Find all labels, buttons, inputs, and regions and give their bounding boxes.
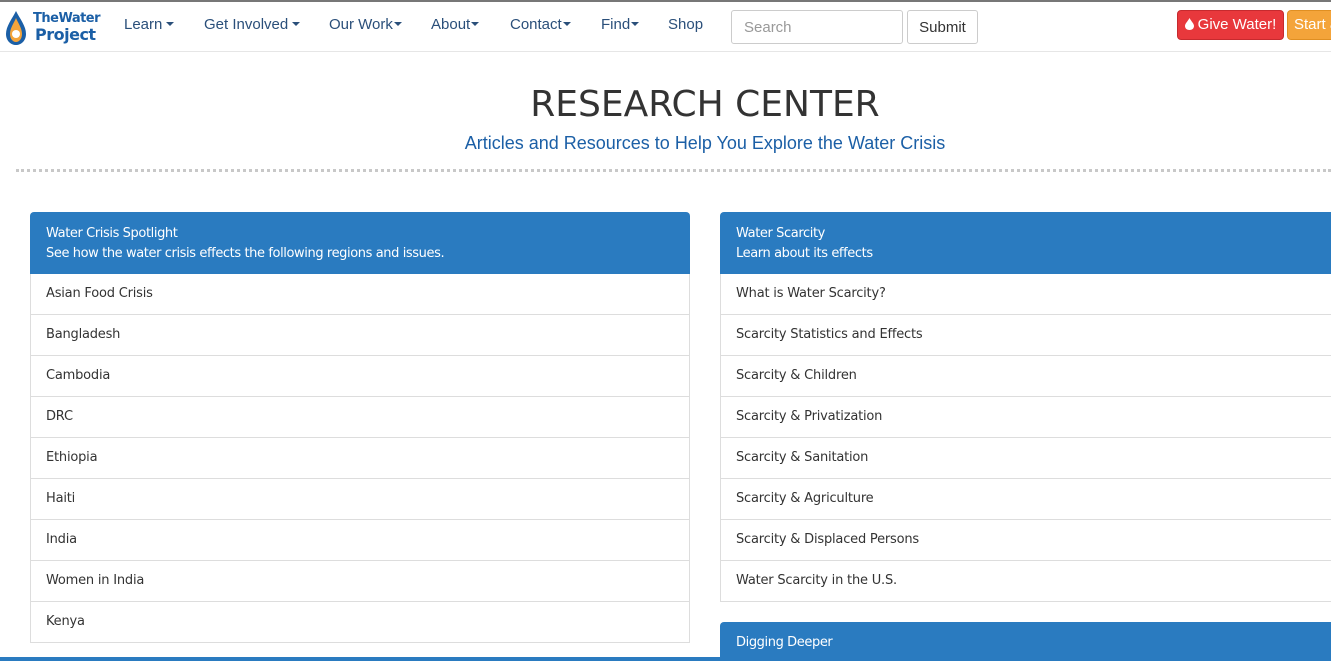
section-divider <box>16 169 1331 172</box>
list-item[interactable]: Kenya <box>31 602 689 643</box>
list-item[interactable]: Water Scarcity in the U.S. <box>721 561 1331 602</box>
list-item[interactable]: Scarcity & Sanitation <box>721 438 1331 479</box>
water-drop-logo-icon <box>6 11 26 45</box>
list-item[interactable]: Scarcity Statistics and Effects <box>721 315 1331 356</box>
caret-down-icon <box>631 22 640 27</box>
panel-header: Digging Deeper <box>720 622 1331 661</box>
logo-line-2: Project <box>35 25 96 44</box>
caret-down-icon <box>292 22 301 27</box>
panel-title: Water Scarcity <box>736 226 825 241</box>
nav-find[interactable]: Find <box>601 16 640 33</box>
panel-subtitle: See how the water crisis effects the fol… <box>46 246 445 261</box>
water-scarcity-panel: Water Scarcity Learn about its effects W… <box>720 212 1331 602</box>
logo-wordmark: TheWater Project <box>33 11 101 44</box>
water-crisis-spotlight-panel: Water Crisis Spotlight See how the water… <box>30 212 690 661</box>
panel-subtitle: Learn about its effects <box>736 246 873 261</box>
give-water-button[interactable]: Give Water! <box>1177 10 1284 40</box>
caret-down-icon <box>166 22 175 27</box>
start-campaign-button[interactable]: Start a <box>1287 10 1331 40</box>
list-item[interactable]: DRC <box>31 397 689 438</box>
water-drop-icon <box>1184 18 1194 30</box>
list-item[interactable]: Ethiopia <box>31 438 689 479</box>
page-title: RESEARCH CENTER <box>530 84 880 125</box>
nav-learn[interactable]: Learn <box>124 16 175 33</box>
panel-header: Water Scarcity Learn about its effects <box>720 212 1331 274</box>
nav-about[interactable]: About <box>431 16 480 33</box>
water-project-logo[interactable]: TheWater Project <box>5 8 101 48</box>
list-item[interactable]: Scarcity & Privatization <box>721 397 1331 438</box>
search-submit-button[interactable]: Submit <box>907 10 978 44</box>
search-input[interactable] <box>731 10 903 44</box>
list-item[interactable]: Scarcity & Children <box>721 356 1331 397</box>
spotlight-list: Asian Food Crisis Bangladesh Cambodia DR… <box>30 274 690 643</box>
caret-down-icon <box>393 22 402 27</box>
nav-our-work[interactable]: Our Work <box>329 16 402 33</box>
give-water-label: Give Water! <box>1197 16 1277 33</box>
nav-get-involved[interactable]: Get Involved <box>204 16 301 33</box>
top-navbar: TheWater Project Learn Get Involved Our … <box>0 2 1331 52</box>
nav-get-involved-label: Get Involved <box>204 16 289 33</box>
nav-shop-label: Shop <box>668 16 704 33</box>
nav-learn-label: Learn <box>124 16 163 33</box>
panel-title: Water Crisis Spotlight <box>46 226 178 241</box>
list-item[interactable]: Women in India <box>31 561 689 602</box>
list-item[interactable]: Haiti <box>31 479 689 520</box>
start-campaign-label: Start a <box>1294 16 1331 33</box>
list-item[interactable]: Scarcity & Displaced Persons <box>721 520 1331 561</box>
caret-down-icon <box>562 22 571 27</box>
list-item[interactable]: Bangladesh <box>31 315 689 356</box>
nav-contact[interactable]: Contact <box>510 16 571 33</box>
panel-header: Water Crisis Spotlight See how the water… <box>30 212 690 274</box>
nav-shop[interactable]: Shop <box>668 16 703 33</box>
panel-title: Digging Deeper <box>736 635 833 650</box>
list-item[interactable]: Scarcity & Agriculture <box>721 479 1331 520</box>
bottom-accent-bar <box>0 657 1331 661</box>
page-subtitle: Articles and Resources to Help You Explo… <box>464 133 946 153</box>
nav-our-work-label: Our Work <box>329 16 393 33</box>
caret-down-icon <box>471 22 480 27</box>
list-item[interactable]: Asian Food Crisis <box>31 274 689 315</box>
nav-about-label: About <box>431 16 471 33</box>
list-item[interactable]: What is Water Scarcity? <box>721 274 1331 315</box>
list-item[interactable]: Cambodia <box>31 356 689 397</box>
nav-contact-label: Contact <box>510 16 562 33</box>
list-item[interactable]: India <box>31 520 689 561</box>
scarcity-list: What is Water Scarcity? Scarcity Statist… <box>720 274 1331 602</box>
digging-deeper-panel: Digging Deeper <box>720 622 1331 661</box>
nav-find-label: Find <box>601 16 631 33</box>
